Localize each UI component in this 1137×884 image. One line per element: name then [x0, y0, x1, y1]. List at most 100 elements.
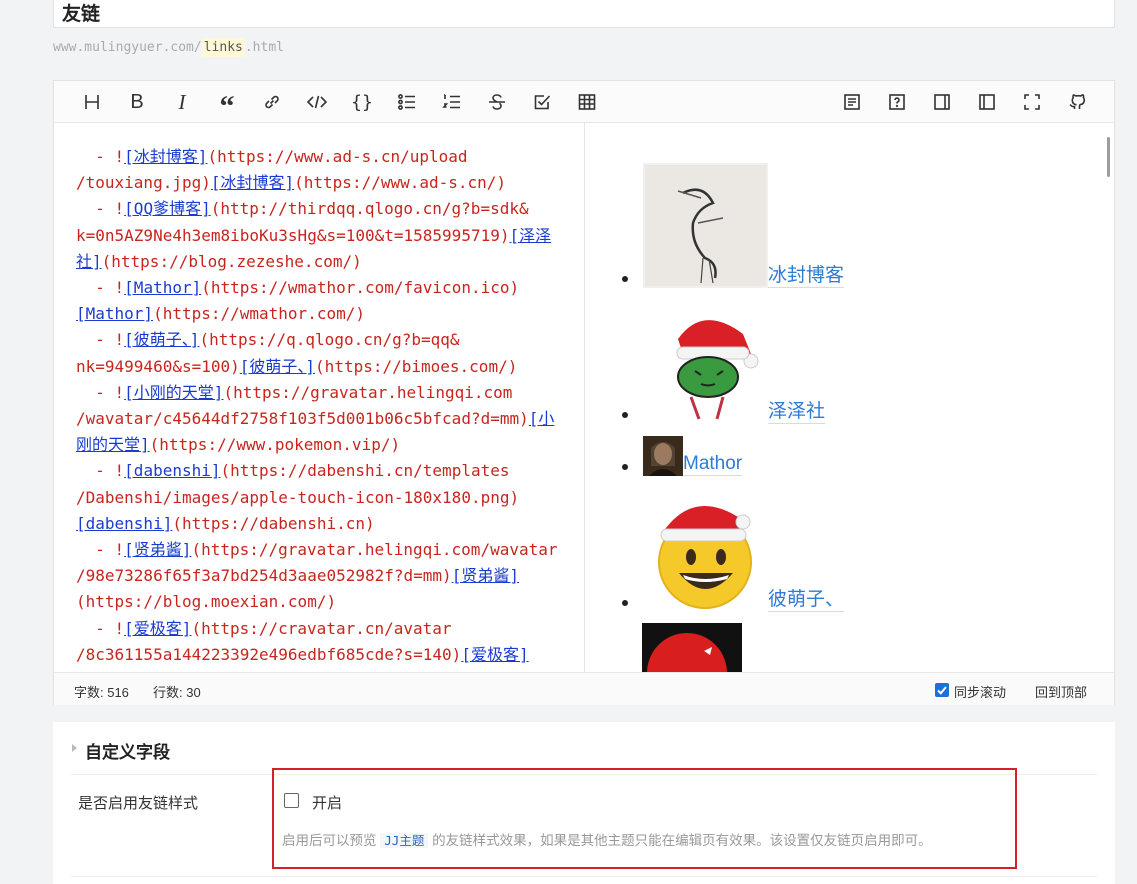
bold-icon[interactable]: B: [125, 90, 149, 114]
task-list-icon[interactable]: [530, 90, 554, 114]
permalink: www.mulingyuer.com/links .html: [53, 38, 284, 57]
preview-scrollbar[interactable]: [1107, 137, 1110, 177]
code-link-text: [爱极客]: [461, 644, 529, 664]
hint-text-before: 启用后可以预览: [282, 833, 377, 848]
code-text: /touxiang.jpg): [76, 173, 211, 193]
code-text: - !: [76, 382, 125, 402]
caret-right-icon[interactable]: [72, 744, 77, 752]
link-icon[interactable]: [260, 90, 284, 114]
code-link-text: [冰封博客]: [124, 147, 208, 166]
preview-link[interactable]: 泽泽社: [768, 401, 826, 424]
slug-suffix: .html: [244, 40, 284, 55]
slug-input[interactable]: links: [201, 38, 245, 57]
preview-link[interactable]: 冰封博客: [768, 265, 845, 288]
code-text: /wavatar/c45644df2758f103f5d001b06c5bfca…: [76, 409, 529, 429]
code-line: 社](https://blog.zezeshe.com/): [76, 249, 570, 275]
bold-glyph: B: [130, 90, 144, 113]
code-link-text: 社]: [76, 251, 102, 271]
editor-toolbar: B I “ {}: [54, 81, 1114, 123]
table-icon[interactable]: [575, 90, 599, 114]
custom-fields-panel: 自定义字段 是否启用友链样式 开启 启用后可以预览 JJ主题 的友链样式效果，如…: [53, 722, 1115, 884]
code-text: (https://www.ad-s.cn/): [294, 173, 507, 193]
code-text: (http://thirdqq.qlogo.cn/g?b=sdk&: [210, 199, 529, 219]
code-line: - ![小刚的天堂](https://gravatar.helingqi.com: [76, 380, 570, 406]
strikethrough-icon[interactable]: [485, 90, 509, 114]
italic-icon[interactable]: I: [170, 90, 194, 114]
code-text: - !: [76, 199, 125, 219]
code-text: - !: [76, 618, 125, 638]
code-link-text: [Mathor]: [124, 278, 202, 298]
preview-link[interactable]: Mathor: [683, 453, 743, 476]
code-link-text: [贤弟酱]: [124, 540, 192, 560]
section-title[interactable]: 自定义字段: [85, 738, 170, 763]
code-line: - ![爱极客](https://cravatar.cn/avatar: [76, 616, 570, 642]
heading-icon[interactable]: [80, 90, 104, 114]
markdown-source[interactable]: - ![冰封博客](https://www.ad-s.cn/upload/tou…: [54, 123, 585, 672]
highlight-frame: [272, 768, 1017, 869]
code-line: - ![QQ爹博客](http://thirdqq.qlogo.cn/g?b=s…: [76, 196, 570, 222]
unordered-list-icon[interactable]: [395, 90, 419, 114]
code-text: (https://wmathor.com/favicon.ico): [201, 278, 520, 298]
code-link-text: [冰封博客]: [210, 173, 295, 193]
sidebar-right-icon[interactable]: [930, 90, 954, 114]
ordered-list-icon[interactable]: [440, 90, 464, 114]
bullet: [622, 276, 628, 282]
code-link-text: [贤弟酱]: [451, 566, 519, 586]
checkbox-label[interactable]: 开启: [312, 792, 342, 813]
code-line: /wavatar/c45644df2758f103f5d001b06c5bfca…: [76, 406, 570, 432]
code-icon[interactable]: [305, 90, 329, 114]
code-text: k=0n5AZ9Ne4h3em8iboKu3sHg&s=100&t=158599…: [76, 225, 510, 245]
markdown-editor: B I “ {} - ![冰封博客](https://www.ad-s.cn/u…: [53, 80, 1115, 705]
preview-pane: 冰封博客 泽泽社 Mathor 彼萌子、: [586, 123, 1114, 672]
smiley-santa-avatar-image: [643, 487, 768, 612]
code-line: [dabenshi](https://dabenshi.cn): [76, 511, 570, 537]
code-text: (https://gravatar.helingqi.com: [223, 382, 513, 402]
help-icon[interactable]: [885, 90, 909, 114]
code-line: - ![dabenshi](https://dabenshi.cn/templa…: [76, 458, 570, 484]
sidebar-left-icon[interactable]: [975, 90, 999, 114]
code-text: nk=9499460&s=100): [76, 356, 240, 376]
code-link-text: [QQ爹博客]: [124, 199, 211, 219]
quote-icon[interactable]: “: [215, 90, 239, 123]
bullet: [622, 464, 628, 470]
field-label: 是否启用友链样式: [78, 795, 199, 812]
code-line: - ![贤弟酱](https://gravatar.helingqi.com/w…: [76, 537, 570, 563]
github-icon[interactable]: [1065, 90, 1089, 114]
code-text: (https://dabenshi.cn/templates: [220, 461, 510, 481]
fullscreen-icon[interactable]: [1020, 90, 1044, 114]
back-to-top-button[interactable]: 回到顶部: [1035, 682, 1087, 701]
italic-glyph: I: [178, 89, 186, 114]
quote-glyph: “: [219, 90, 235, 123]
code-line: /touxiang.jpg)[冰封博客](https://www.ad-s.cn…: [76, 170, 570, 196]
code-text: - !: [76, 330, 125, 350]
editor-panes: - ![冰封博客](https://www.ad-s.cn/upload/tou…: [54, 123, 1114, 672]
code-text: /8c361155a144223392e496edbf685cde?s=140): [76, 644, 462, 664]
code-text: (https://q.qlogo.cn/g?b=qq&: [199, 330, 460, 350]
code-line: 刚的天堂](https://www.pokemon.vip/): [76, 432, 570, 458]
code-text: /Dabenshi/images/apple-touch-icon-180x18…: [76, 487, 520, 507]
slug-prefix: www.mulingyuer.com/: [53, 40, 202, 55]
bullet: [622, 600, 628, 606]
code-line: /98e73286f65f3a7bd254d3aae052982f?d=mm)[…: [76, 563, 570, 589]
code-block-glyph: {}: [351, 91, 373, 113]
divider: [71, 876, 1097, 877]
code-line: - ![Mathor](https://wmathor.com/favicon.…: [76, 275, 570, 301]
hint-text-after: 的友链样式效果，如果是其他主题只能在编辑页有效果。该设置仅友链页启用即可。: [432, 833, 932, 848]
code-text: /98e73286f65f3a7bd254d3aae052982f?d=mm): [76, 566, 452, 586]
code-link-text: [彼萌子、]: [124, 330, 200, 350]
code-link-text: [小: [528, 409, 555, 429]
code-text: (https://cravatar.cn/avatar: [191, 618, 452, 638]
code-block-icon[interactable]: {}: [350, 90, 374, 114]
preview-link[interactable]: 彼萌子、: [768, 589, 845, 612]
hint-code: JJ主题: [380, 833, 429, 848]
enable-link-style-checkbox[interactable]: [284, 793, 299, 808]
title-input[interactable]: 友链: [53, 0, 1115, 28]
sync-scroll-checkbox[interactable]: [935, 683, 949, 697]
code-line: - ![彼萌子、](https://q.qlogo.cn/g?b=qq&: [76, 327, 570, 353]
sync-scroll-label[interactable]: 同步滚动: [954, 682, 1006, 701]
code-text: (https://blog.moexian.com/): [76, 592, 337, 612]
preview-list-item: 冰封博客: [622, 163, 845, 288]
code-line: /8c361155a144223392e496edbf685cde?s=140)…: [76, 642, 570, 668]
preview-icon[interactable]: [840, 90, 864, 114]
code-line: /Dabenshi/images/apple-touch-icon-180x18…: [76, 485, 570, 511]
